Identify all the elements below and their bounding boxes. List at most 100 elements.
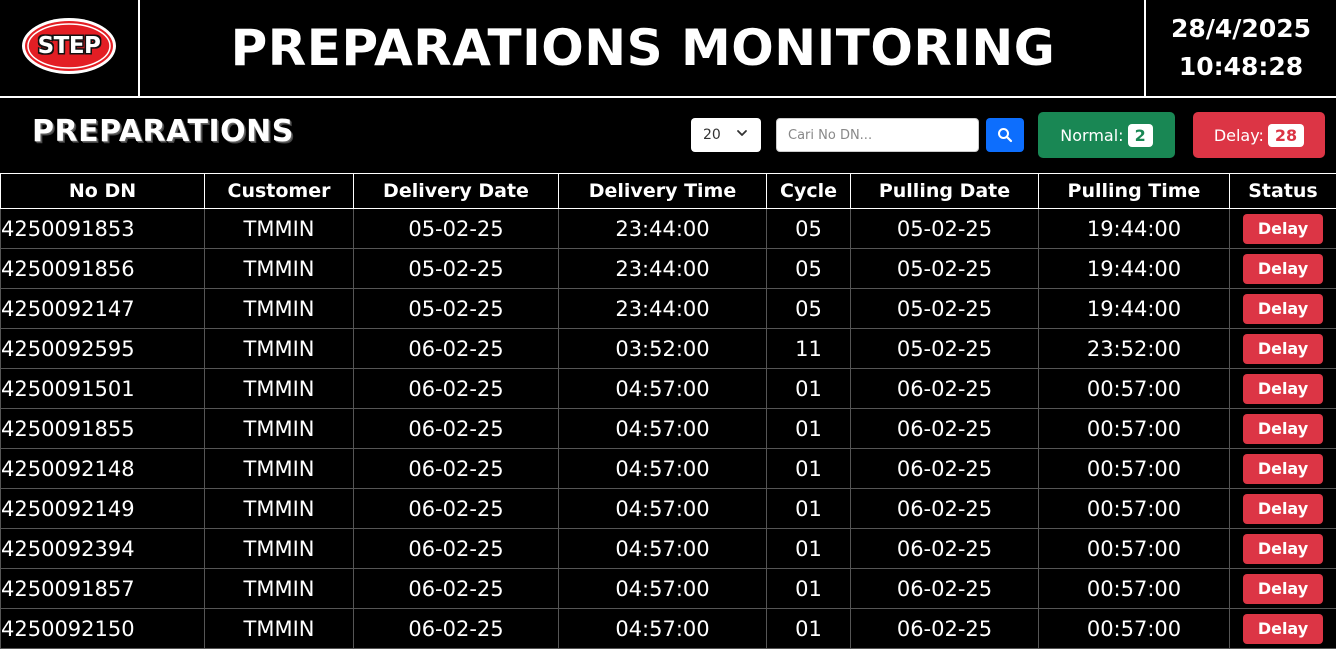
pulling-date-cell: 06-02-25 [851, 369, 1039, 409]
table-row[interactable]: 4250092595TMMIN06-02-2503:52:001105-02-2… [1, 329, 1336, 369]
column-header[interactable]: No DN [1, 174, 205, 209]
status-delay-button[interactable]: Delay [1243, 294, 1323, 324]
delay-count: 28 [1268, 124, 1304, 147]
table-row[interactable]: 4250091855TMMIN06-02-2504:57:000106-02-2… [1, 409, 1336, 449]
delivery-date-cell: 06-02-25 [354, 409, 559, 449]
column-header[interactable]: Pulling Date [851, 174, 1039, 209]
pulling-time-cell: 23:52:00 [1039, 329, 1230, 369]
cycle-cell: 01 [767, 569, 851, 609]
pulling-time-cell: 00:57:00 [1039, 449, 1230, 489]
delay-label: Delay: [1214, 126, 1264, 145]
search-button[interactable] [986, 118, 1024, 152]
pulling-date-cell: 06-02-25 [851, 569, 1039, 609]
column-header[interactable]: Customer [205, 174, 354, 209]
status-cell: Delay [1230, 609, 1336, 649]
pulling-time-cell: 00:57:00 [1039, 369, 1230, 409]
status-delay-button[interactable]: Delay [1243, 494, 1323, 524]
pulling-date-cell: 05-02-25 [851, 289, 1039, 329]
delivery-date-cell: 06-02-25 [354, 329, 559, 369]
status-delay-button[interactable]: Delay [1243, 254, 1323, 284]
column-header[interactable]: Status [1230, 174, 1336, 209]
table-row[interactable]: 4250091857TMMIN06-02-2504:57:000106-02-2… [1, 569, 1336, 609]
table-row[interactable]: 4250092150TMMIN06-02-2504:57:000106-02-2… [1, 609, 1336, 649]
column-header[interactable]: Delivery Date [354, 174, 559, 209]
customer-cell: TMMIN [205, 209, 354, 249]
status-delay-button[interactable]: Delay [1243, 574, 1323, 604]
status-cell: Delay [1230, 289, 1336, 329]
status-delay-button[interactable]: Delay [1243, 334, 1323, 364]
status-delay-button[interactable]: Delay [1243, 414, 1323, 444]
dn-cell: 4250091853 [1, 209, 205, 249]
page-size-select[interactable]: 20 [691, 118, 761, 152]
customer-cell: TMMIN [205, 609, 354, 649]
delivery-time-cell: 04:57:00 [559, 409, 767, 449]
status-cell: Delay [1230, 409, 1336, 449]
delivery-date-cell: 06-02-25 [354, 369, 559, 409]
pulling-date-cell: 06-02-25 [851, 529, 1039, 569]
delay-count-badge[interactable]: Delay: 28 [1193, 112, 1325, 158]
pulling-time-cell: 19:44:00 [1039, 209, 1230, 249]
delivery-date-cell: 05-02-25 [354, 249, 559, 289]
dn-cell: 4250091856 [1, 249, 205, 289]
delivery-date-cell: 06-02-25 [354, 529, 559, 569]
table-row[interactable]: 4250092149TMMIN06-02-2504:57:000106-02-2… [1, 489, 1336, 529]
status-delay-button[interactable]: Delay [1243, 534, 1323, 564]
delivery-date-cell: 06-02-25 [354, 569, 559, 609]
customer-cell: TMMIN [205, 409, 354, 449]
search-input[interactable] [776, 118, 979, 152]
table-row[interactable]: 4250092148TMMIN06-02-2504:57:000106-02-2… [1, 449, 1336, 489]
column-header[interactable]: Pulling Time [1039, 174, 1230, 209]
delivery-time-cell: 04:57:00 [559, 489, 767, 529]
table-row[interactable]: 4250091853TMMIN05-02-2523:44:000505-02-2… [1, 209, 1336, 249]
chevron-down-icon [736, 127, 748, 139]
page-size-value: 20 [703, 127, 721, 143]
status-cell: Delay [1230, 369, 1336, 409]
status-cell: Delay [1230, 569, 1336, 609]
current-date: 28/4/2025 [1171, 10, 1311, 48]
table-row[interactable]: 4250091856TMMIN05-02-2523:44:000505-02-2… [1, 249, 1336, 289]
delivery-time-cell: 03:52:00 [559, 329, 767, 369]
dn-cell: 4250092595 [1, 329, 205, 369]
delivery-time-cell: 04:57:00 [559, 609, 767, 649]
status-delay-button[interactable]: Delay [1243, 454, 1323, 484]
pulling-date-cell: 05-02-25 [851, 209, 1039, 249]
delivery-date-cell: 06-02-25 [354, 449, 559, 489]
pulling-time-cell: 00:57:00 [1039, 529, 1230, 569]
status-cell: Delay [1230, 329, 1336, 369]
cycle-cell: 01 [767, 489, 851, 529]
column-header[interactable]: Cycle [767, 174, 851, 209]
column-header[interactable]: Delivery Time [559, 174, 767, 209]
status-delay-button[interactable]: Delay [1243, 214, 1323, 244]
pulling-time-cell: 19:44:00 [1039, 289, 1230, 329]
dn-cell: 4250091857 [1, 569, 205, 609]
status-cell: Delay [1230, 449, 1336, 489]
pulling-date-cell: 06-02-25 [851, 609, 1039, 649]
pulling-time-cell: 00:57:00 [1039, 569, 1230, 609]
table-row[interactable]: 4250091501TMMIN06-02-2504:57:000106-02-2… [1, 369, 1336, 409]
normal-count-badge[interactable]: Normal: 2 [1038, 112, 1175, 158]
pulling-time-cell: 00:57:00 [1039, 609, 1230, 649]
dn-cell: 4250092147 [1, 289, 205, 329]
status-delay-button[interactable]: Delay [1243, 374, 1323, 404]
table-row[interactable]: 4250092394TMMIN06-02-2504:57:000106-02-2… [1, 529, 1336, 569]
cycle-cell: 11 [767, 329, 851, 369]
dn-cell: 4250092148 [1, 449, 205, 489]
delivery-date-cell: 06-02-25 [354, 609, 559, 649]
top-header: STEP PREPARATIONS MONITORING 28/4/2025 1… [0, 0, 1336, 96]
cycle-cell: 01 [767, 369, 851, 409]
delivery-time-cell: 04:57:00 [559, 369, 767, 409]
cycle-cell: 05 [767, 249, 851, 289]
cycle-cell: 05 [767, 209, 851, 249]
status-cell: Delay [1230, 529, 1336, 569]
pulling-date-cell: 05-02-25 [851, 329, 1039, 369]
customer-cell: TMMIN [205, 249, 354, 289]
delivery-time-cell: 04:57:00 [559, 449, 767, 489]
pulling-date-cell: 05-02-25 [851, 249, 1039, 289]
delivery-time-cell: 23:44:00 [559, 249, 767, 289]
dn-cell: 4250091501 [1, 369, 205, 409]
header-divider [0, 96, 1336, 98]
table-body: 4250091853TMMIN05-02-2523:44:000505-02-2… [1, 209, 1336, 649]
status-delay-button[interactable]: Delay [1243, 614, 1323, 644]
table-row[interactable]: 4250092147TMMIN05-02-2523:44:000505-02-2… [1, 289, 1336, 329]
pulling-time-cell: 00:57:00 [1039, 489, 1230, 529]
